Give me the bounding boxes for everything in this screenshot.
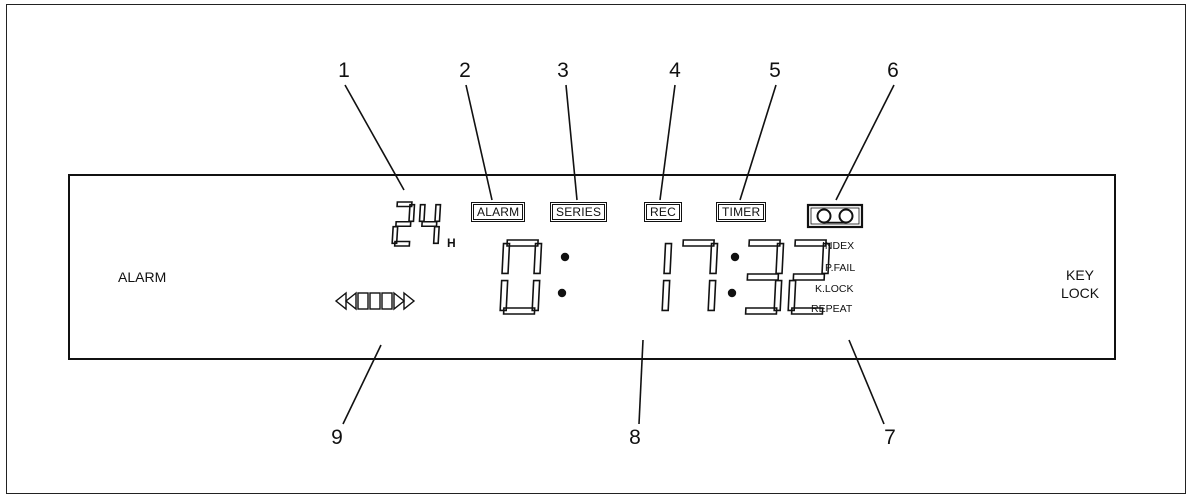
segment-a xyxy=(794,239,827,247)
segment-c xyxy=(773,279,783,312)
segment-c xyxy=(661,279,671,312)
segment-d xyxy=(790,307,824,315)
segment-e xyxy=(787,279,797,312)
hour-digit-2 xyxy=(418,203,442,245)
cassette-tape-icon xyxy=(806,203,864,229)
segment-a xyxy=(748,239,781,247)
time-digit-3 xyxy=(682,239,719,312)
hour-digit-1 xyxy=(391,201,416,247)
leader-line-5 xyxy=(739,84,777,201)
segment-f xyxy=(501,242,511,275)
segment-d xyxy=(744,307,778,315)
leader-line-3 xyxy=(565,84,578,201)
colon-dot-1 xyxy=(560,252,570,262)
segment-g xyxy=(395,220,412,228)
colon-dot-3 xyxy=(730,252,740,262)
leader-line-6 xyxy=(835,84,895,201)
time-digit-5 xyxy=(787,239,831,315)
leader-line-2 xyxy=(465,84,493,201)
transport-arrows-icon xyxy=(334,291,416,311)
leader-lines xyxy=(342,84,895,425)
segment-c xyxy=(432,225,441,245)
colon-dot-4 xyxy=(727,288,737,298)
segment-g xyxy=(792,273,826,281)
segment-b xyxy=(434,203,442,223)
leader-line-8 xyxy=(638,339,644,425)
segment-g xyxy=(746,273,780,281)
segment-b xyxy=(709,242,719,275)
segment-f xyxy=(418,203,426,223)
segment-a xyxy=(506,239,539,247)
leader-line-4 xyxy=(659,84,676,201)
segment-b xyxy=(533,242,543,275)
segment-b xyxy=(663,242,673,275)
time-colons xyxy=(557,252,740,298)
segment-d xyxy=(502,307,536,315)
time-digit-4 xyxy=(744,239,785,315)
leader-line-1 xyxy=(344,84,405,191)
segment-a xyxy=(682,239,715,247)
segment-e xyxy=(499,279,509,312)
segment-b xyxy=(775,242,785,275)
segment-g xyxy=(421,220,438,228)
hour-mode-digits xyxy=(391,201,442,247)
time-digit-1 xyxy=(499,239,543,315)
colon-dot-2 xyxy=(557,288,567,298)
time-digit-2 xyxy=(661,242,673,312)
leader-line-9 xyxy=(342,344,382,425)
segment-c xyxy=(707,279,717,312)
segment-b xyxy=(821,242,831,275)
time-readout xyxy=(499,239,831,315)
segment-c xyxy=(531,279,541,312)
leader-line-7 xyxy=(848,339,885,425)
display-diagram-overlay xyxy=(334,84,895,425)
